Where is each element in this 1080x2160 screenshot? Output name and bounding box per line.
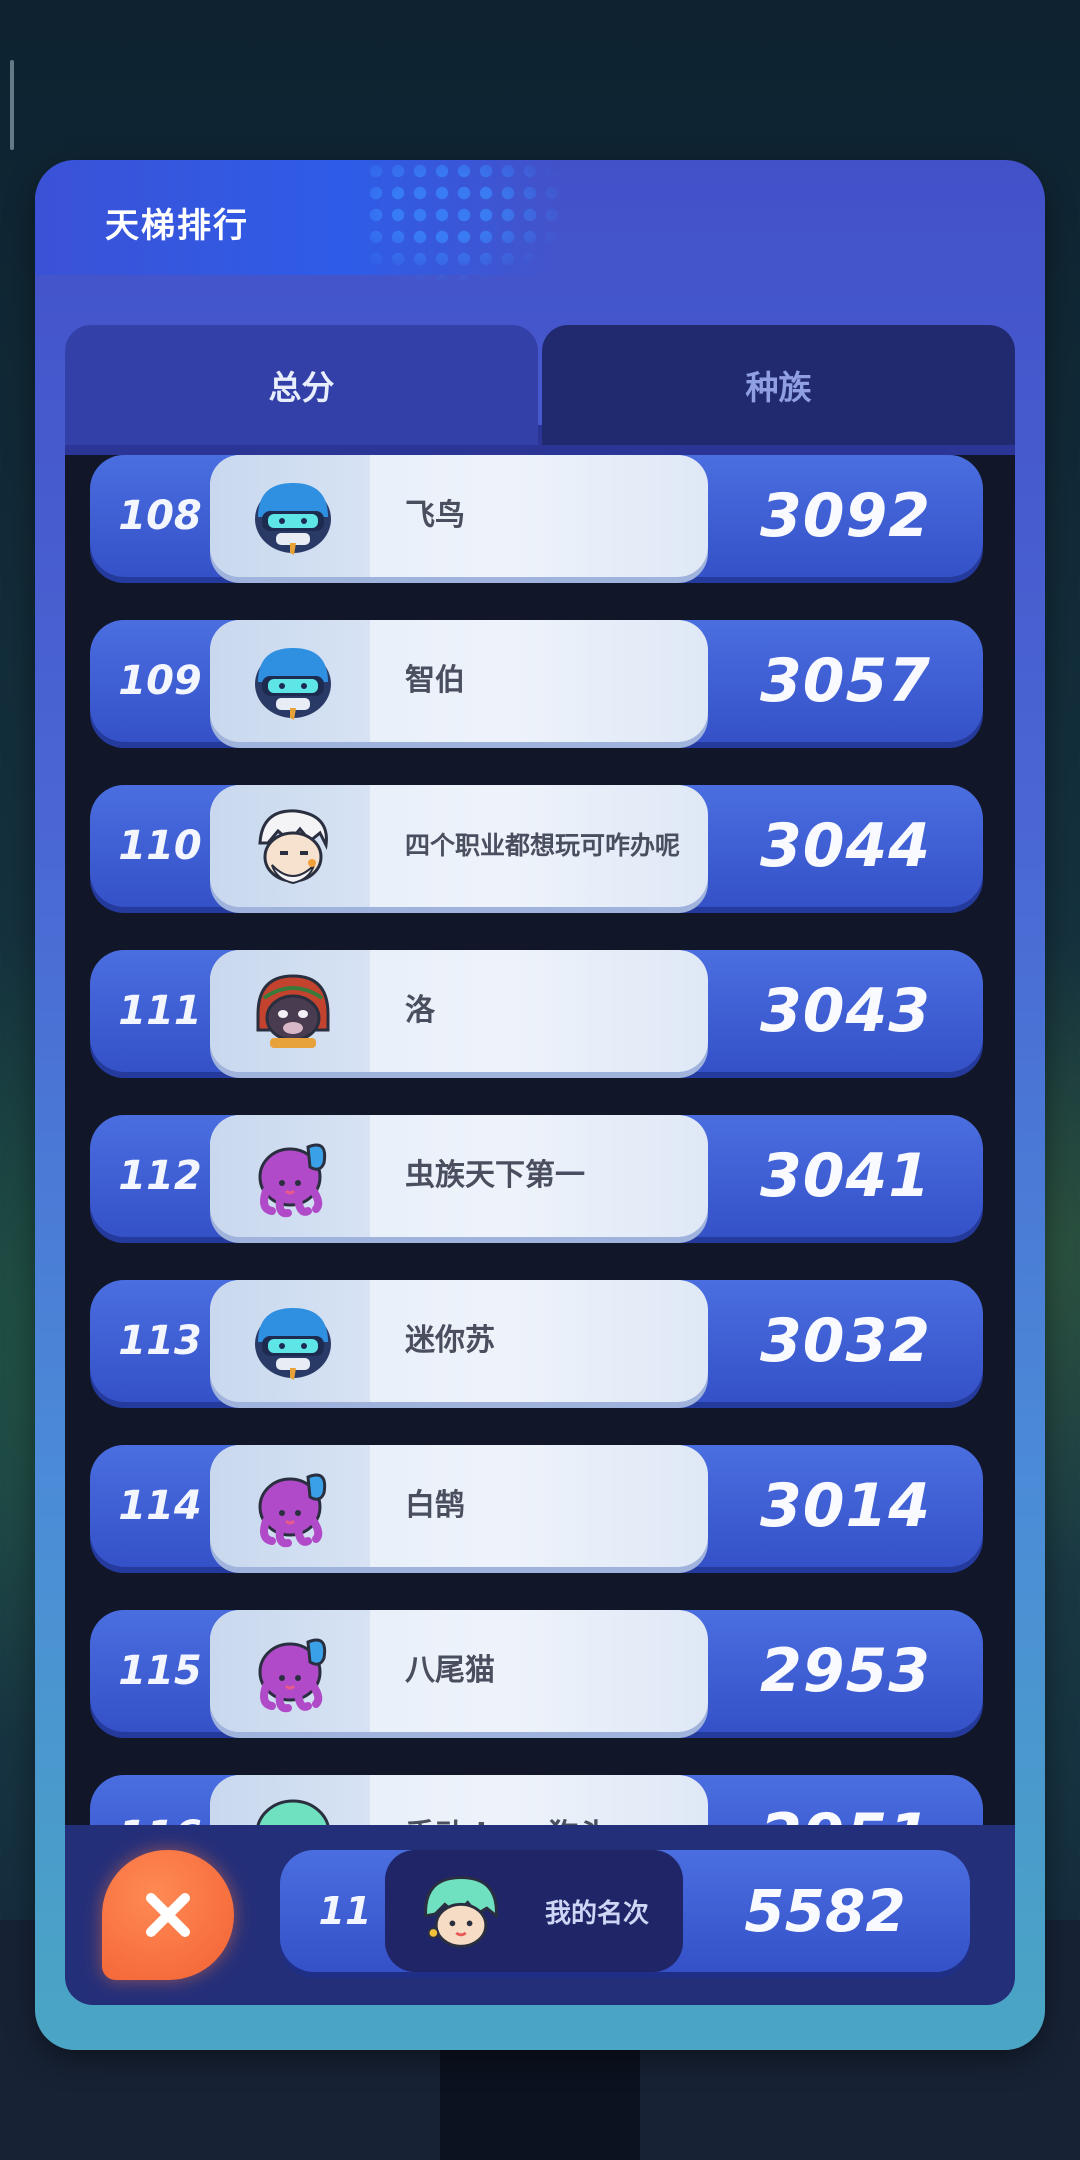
my-rank-bar: 11 我的名次 5582 bbox=[280, 1850, 970, 1972]
row-score: 3032 bbox=[760, 1306, 931, 1376]
scroll-indicator bbox=[10, 60, 14, 150]
row-rank: 114 bbox=[118, 1483, 202, 1529]
row-rank: 113 bbox=[118, 1318, 202, 1364]
row-rank: 108 bbox=[118, 493, 202, 539]
white-hair-elder-icon bbox=[258, 809, 328, 885]
ranking-list[interactable]: 108 飞鸟 3092 109 智伯 3057 110 四个职业都想玩可咋办呢 … bbox=[65, 455, 1015, 1835]
ladder-ranking-panel: 天梯排行 总分 种族 108 飞鸟 3092 109 智伯 3057 110 四… bbox=[35, 160, 1045, 2050]
ranking-row[interactable]: 114 白鹄 3014 bbox=[90, 1445, 985, 1571]
row-rank: 111 bbox=[118, 988, 202, 1034]
green-hair-icon bbox=[424, 1876, 498, 1948]
row-score: 3057 bbox=[760, 646, 931, 716]
purple-tentacle-icon bbox=[258, 1143, 327, 1218]
row-rank: 110 bbox=[118, 823, 202, 869]
ranking-row[interactable]: 112 虫族天下第一 3041 bbox=[90, 1115, 985, 1241]
player-name: 迷你苏 bbox=[405, 1323, 495, 1359]
close-button[interactable] bbox=[102, 1850, 234, 1980]
panel-title: 天梯排行 bbox=[105, 206, 249, 246]
row-score: 3044 bbox=[760, 811, 931, 881]
tab-race[interactable]: 种族 bbox=[542, 325, 1015, 445]
row-score: 3014 bbox=[760, 1471, 931, 1541]
blue-helmet-icon bbox=[255, 483, 331, 555]
title-dots-decoration bbox=[365, 160, 565, 280]
player-name: 飞鸟 bbox=[405, 498, 465, 534]
player-name: 洛 bbox=[405, 993, 435, 1029]
player-name: 智伯 bbox=[405, 663, 465, 699]
player-name: 四个职业都想玩可咋办呢 bbox=[405, 831, 681, 861]
player-card: 虫族天下第一 bbox=[210, 1115, 708, 1237]
player-name: 八尾猫 bbox=[405, 1653, 495, 1689]
purple-tentacle-icon bbox=[258, 1638, 327, 1713]
row-score: 2953 bbox=[760, 1636, 931, 1706]
row-rank: 112 bbox=[118, 1153, 202, 1199]
dark-beast-icon bbox=[256, 974, 330, 1048]
ranking-row[interactable]: 108 飞鸟 3092 bbox=[90, 455, 985, 581]
player-card: 洛 bbox=[210, 950, 708, 1072]
row-score: 3041 bbox=[760, 1141, 931, 1211]
player-card: 白鹄 bbox=[210, 1445, 708, 1567]
my-rank-footer: 11 我的名次 5582 bbox=[65, 1825, 1015, 2005]
row-score: 3092 bbox=[760, 481, 931, 551]
ranking-row[interactable]: 111 洛 3043 bbox=[90, 950, 985, 1076]
ranking-row[interactable]: 110 四个职业都想玩可咋办呢 3044 bbox=[90, 785, 985, 911]
tab-total-score[interactable]: 总分 bbox=[65, 325, 538, 445]
row-rank: 115 bbox=[118, 1648, 202, 1694]
purple-tentacle-icon bbox=[258, 1473, 327, 1548]
player-card: 四个职业都想玩可咋办呢 bbox=[210, 785, 708, 907]
ranking-row[interactable]: 113 迷你苏 3032 bbox=[90, 1280, 985, 1406]
player-card: 迷你苏 bbox=[210, 1280, 708, 1402]
player-name: 白鹄 bbox=[405, 1488, 465, 1524]
ranking-row[interactable]: 109 智伯 3057 bbox=[90, 620, 985, 746]
player-card: 飞鸟 bbox=[210, 455, 708, 577]
my-rank-label: 我的名次 bbox=[545, 1898, 650, 1929]
blue-helmet-icon bbox=[255, 1308, 331, 1380]
ranking-row[interactable]: 115 八尾猫 2953 bbox=[90, 1610, 985, 1736]
tab-bar: 总分 种族 bbox=[65, 325, 1015, 455]
my-player-card: 我的名次 bbox=[385, 1850, 683, 1972]
row-rank: 109 bbox=[118, 658, 202, 704]
player-card: 八尾猫 bbox=[210, 1610, 708, 1732]
player-card: 智伯 bbox=[210, 620, 708, 742]
row-score: 3043 bbox=[760, 976, 931, 1046]
close-icon bbox=[146, 1893, 190, 1937]
my-score: 5582 bbox=[744, 1877, 906, 1945]
player-name: 虫族天下第一 bbox=[405, 1158, 585, 1194]
blue-helmet-icon bbox=[255, 648, 331, 720]
